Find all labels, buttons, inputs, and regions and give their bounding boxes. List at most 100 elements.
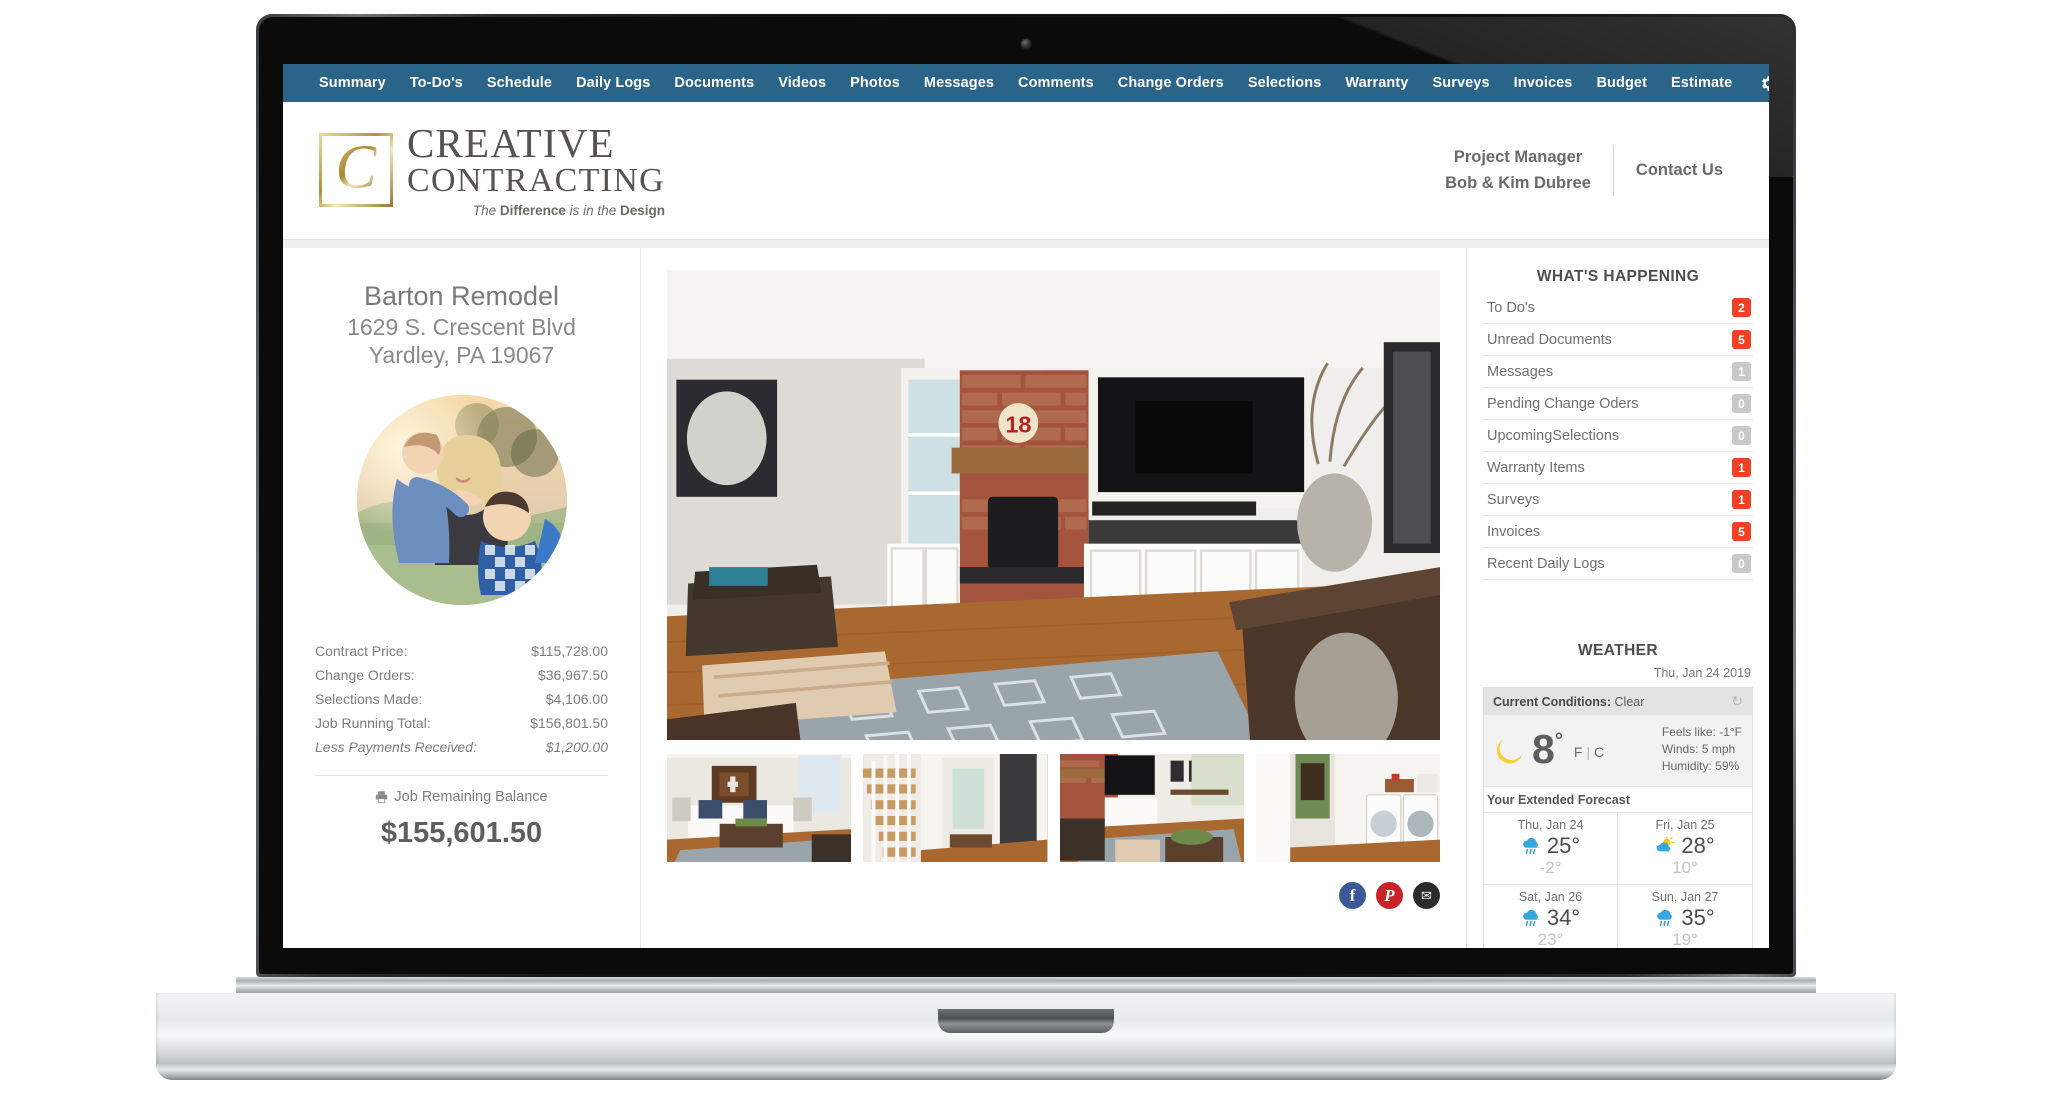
extended-forecast-grid: Thu, Jan 24 25° -2° Fri, Jan 25 28° 10° … xyxy=(1484,812,1752,948)
nav-item-todos[interactable]: To-Do's xyxy=(398,75,475,91)
financial-label: Contract Price: xyxy=(315,643,408,660)
browser-viewport: Summary To-Do's Schedule Daily Logs Docu… xyxy=(283,64,1769,948)
tagline-difference: Difference xyxy=(499,202,566,218)
sidebar-item-warranty-items[interactable]: Warranty Items 1 xyxy=(1483,452,1753,484)
laptop-mockup: Summary To-Do's Schedule Daily Logs Docu… xyxy=(156,14,1896,1090)
sidebar-item-recent-daily-logs[interactable]: Recent Daily Logs 0 xyxy=(1483,548,1753,580)
feels-like-text: Feels like: -1°F xyxy=(1661,725,1742,739)
refresh-icon[interactable]: ↻ xyxy=(1731,693,1743,710)
table-row: Change Orders: $36,967.50 xyxy=(315,663,608,687)
sidebar-item-todos[interactable]: To Do's 2 xyxy=(1483,292,1753,324)
nav-item-daily-logs[interactable]: Daily Logs xyxy=(564,75,662,91)
project-summary-panel: Barton Remodel 1629 S. Crescent Blvd Yar… xyxy=(283,248,641,948)
status-badge: 1 xyxy=(1732,490,1751,509)
sidebar-item-surveys[interactable]: Surveys 1 xyxy=(1483,484,1753,516)
rain-cloud-icon xyxy=(1657,909,1673,926)
nav-item-photos[interactable]: Photos xyxy=(838,75,912,91)
forecast-cell-thu: Thu, Jan 24 25° -2° xyxy=(1484,813,1618,885)
rain-cloud-icon xyxy=(1523,838,1538,855)
forecast-day: Thu, Jan 24 xyxy=(1517,818,1584,833)
email-share-button[interactable]: ✉ xyxy=(1413,882,1440,909)
job-remaining-balance-value: $155,601.50 xyxy=(380,817,543,850)
unit-separator: | xyxy=(1586,743,1591,760)
status-badge: 1 xyxy=(1732,362,1751,381)
forecast-high-row: 25° xyxy=(1488,833,1613,859)
financial-label: Selections Made: xyxy=(315,691,423,708)
facebook-share-button[interactable]: f xyxy=(1339,882,1366,909)
header-divider xyxy=(283,240,1769,248)
thumbnail-laundry-room[interactable] xyxy=(1255,754,1440,862)
weather-title: WEATHER xyxy=(1577,642,1658,659)
financial-value: $4,106.00 xyxy=(545,691,608,708)
nav-item-schedule[interactable]: Schedule xyxy=(475,75,564,91)
nav-item-comments[interactable]: Comments xyxy=(1006,75,1106,91)
nav-item-documents[interactable]: Documents xyxy=(662,75,766,91)
svg-text:18: 18 xyxy=(1005,411,1031,437)
list-item-label: Warranty Items xyxy=(1487,459,1585,476)
nav-item-change-orders[interactable]: Change Orders xyxy=(1106,75,1236,91)
forecast-low: 23° xyxy=(1537,929,1564,948)
balance-label-text: Job Remaining Balance xyxy=(394,789,548,806)
sidebar-item-invoices[interactable]: Invoices 5 xyxy=(1483,516,1753,548)
current-conditions-bar: Current Conditions: Clear ↻ xyxy=(1484,688,1752,715)
contact-us-link[interactable]: Contact Us xyxy=(1614,161,1723,180)
header-contact-area: Project Manager Bob & Kim Dubree Contact… xyxy=(1445,144,1723,197)
weather-date: Thu, Jan 24 2019 xyxy=(1653,666,1751,680)
table-row: Contract Price: $115,728.00 xyxy=(315,639,608,663)
status-badge: 2 xyxy=(1732,298,1751,317)
unit-celsius[interactable]: C xyxy=(1594,744,1604,760)
list-item-label: Messages xyxy=(1487,363,1554,380)
sidebar-item-messages[interactable]: Messages 1 xyxy=(1483,356,1753,388)
gear-icon[interactable] xyxy=(1758,73,1769,94)
current-conditions-label: Current Conditions: xyxy=(1493,694,1612,709)
page-body: Barton Remodel 1629 S. Crescent Blvd Yar… xyxy=(283,248,1769,948)
thumbnail-family-room[interactable] xyxy=(1059,754,1244,862)
forecast-high-row: 35° xyxy=(1622,905,1748,931)
project-address-line2: Yardley, PA 19067 xyxy=(368,341,555,368)
tagline-mid: is in the xyxy=(565,202,620,218)
thumbnail-strip xyxy=(667,754,1440,862)
nav-item-videos[interactable]: Videos xyxy=(766,75,838,91)
status-badge: 0 xyxy=(1732,554,1751,573)
forecast-cell-fri: Fri, Jan 25 28° 10° xyxy=(1618,813,1752,885)
forecast-high: 35° xyxy=(1681,904,1715,930)
logo-monogram-letter: C xyxy=(335,134,377,203)
nav-item-invoices[interactable]: Invoices xyxy=(1502,75,1585,91)
thumbnail-living-room-sofa[interactable] xyxy=(667,754,852,862)
pinterest-share-button[interactable]: P xyxy=(1376,882,1403,909)
unit-toggle[interactable]: F | C xyxy=(1574,744,1604,760)
sidebar-item-pending-change-orders[interactable]: Pending Change Oders 0 xyxy=(1483,388,1753,420)
forecast-cell-sat: Sat, Jan 26 34° 23° xyxy=(1484,884,1618,948)
nav-item-summary[interactable]: Summary xyxy=(307,75,398,91)
financial-value: $36,967.50 xyxy=(537,667,608,684)
sidebar-item-upcoming-selections[interactable]: UpcomingSelections 0 xyxy=(1483,420,1753,452)
list-item-label: Pending Change Oders xyxy=(1487,395,1639,412)
forecast-low: 19° xyxy=(1672,929,1698,948)
extended-forecast-title: Your Extended Forecast xyxy=(1484,786,1752,812)
sidebar-item-unread-documents[interactable]: Unread Documents 5 xyxy=(1483,324,1753,356)
brand-logo[interactable]: C CREATIVE CONTRACTING The Difference is… xyxy=(319,122,665,218)
nav-item-selections[interactable]: Selections xyxy=(1236,75,1334,91)
table-row: Less Payments Received: $1,200.00 xyxy=(315,735,608,759)
nav-item-budget[interactable]: Budget xyxy=(1584,75,1659,91)
job-remaining-balance-label[interactable]: Job Remaining Balance xyxy=(301,789,622,805)
humidity-text: Humidity: 59% xyxy=(1661,759,1740,774)
thumbnail-staircase-hallway[interactable] xyxy=(863,754,1048,862)
nav-item-warranty[interactable]: Warranty xyxy=(1333,75,1420,91)
nav-item-estimate[interactable]: Estimate xyxy=(1659,75,1744,91)
unit-fahrenheit[interactable]: F xyxy=(1574,744,1583,760)
status-badge: 5 xyxy=(1732,522,1751,541)
brand-line-2: CONTRACTING xyxy=(407,162,665,200)
nav-item-messages[interactable]: Messages xyxy=(912,75,1006,91)
tagline-design: Design xyxy=(619,202,665,218)
photo-gallery-panel: 18 f P ✉ xyxy=(641,248,1467,948)
table-row: Selections Made: $4,106.00 xyxy=(315,687,608,711)
forecast-high-row: 28° xyxy=(1622,833,1748,859)
forecast-low: 10° xyxy=(1672,858,1698,878)
financial-label: Less Payments Received: xyxy=(315,739,477,756)
list-item-label: Recent Daily Logs xyxy=(1487,555,1605,572)
status-badge: 1 xyxy=(1732,458,1751,477)
current-weather-row: 8 ° F | C Feels like: -1°F Winds: 5 mph … xyxy=(1484,715,1752,787)
hero-photo[interactable]: 18 xyxy=(667,270,1440,740)
nav-item-surveys[interactable]: Surveys xyxy=(1420,75,1501,91)
